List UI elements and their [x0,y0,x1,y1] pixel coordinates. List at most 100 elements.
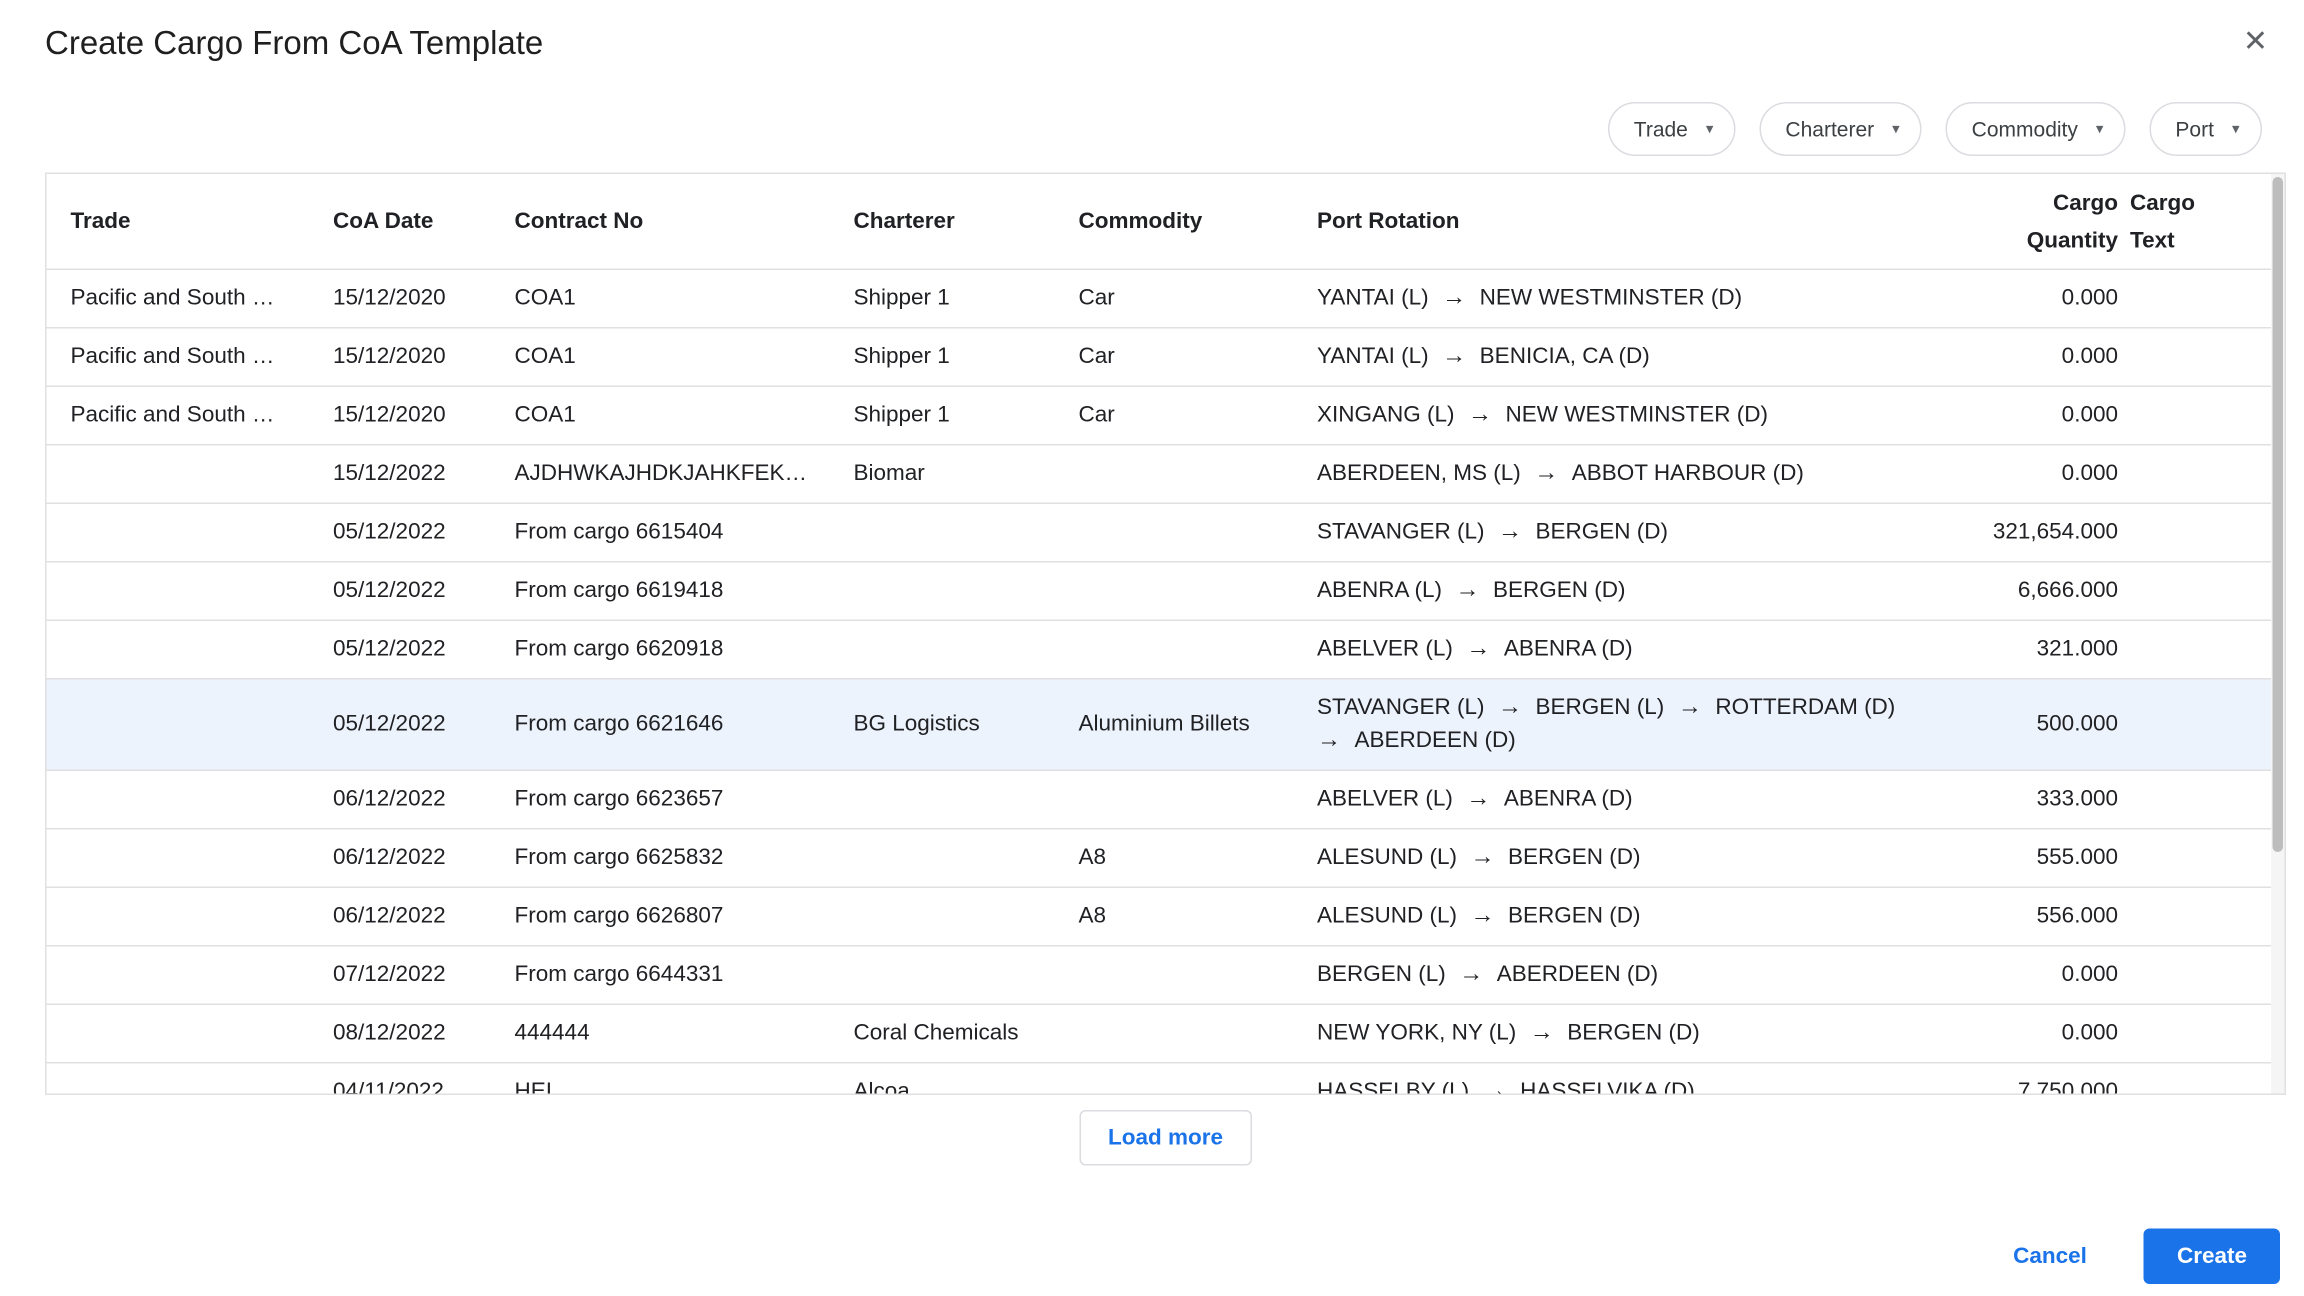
table-row[interactable]: 07/12/2022From cargo 6644331BERGEN (L)→A… [47,947,2285,1006]
port-label: BERGEN (D) [1508,900,1641,933]
arrow-forward-icon: → [1317,725,1341,758]
port-label: STAVANGER (L) [1317,692,1485,725]
cell-cargo-quantity: 6,666.000 [1920,575,2130,608]
table-row[interactable]: 05/12/2022From cargo 6615404STAVANGER (L… [47,504,2285,563]
cell-coa-date: 06/12/2022 [333,900,515,933]
cell-coa-date: 05/12/2022 [333,516,515,549]
table-row[interactable]: 08/12/2022444444Coral ChemicalsNEW YORK,… [47,1005,2285,1064]
table-scrollbar[interactable] [2271,174,2285,1094]
cell-coa-date: 15/12/2022 [333,458,515,491]
cell-coa-date: 05/12/2022 [333,708,515,741]
cell-coa-date: 04/11/2022 [333,1076,515,1096]
close-icon[interactable]: ✕ [2243,24,2268,60]
port-label: XINGANG (L) [1317,399,1455,432]
cell-port-rotation: BERGEN (L) → ABERDEEN (D) [1317,947,1920,1004]
filter-commodity-label: Commodity [1972,117,2078,141]
arrow-forward-icon: → [1471,900,1495,933]
table-body: Pacific and South …15/12/2020COA1Shipper… [47,270,2285,1095]
table-row[interactable]: 05/12/2022From cargo 6620918ABELVER (L)→… [47,621,2285,680]
table-row[interactable]: 06/12/2022From cargo 6625832A8ALESUND (L… [47,830,2285,889]
filter-port-label: Port [2175,117,2214,141]
arrow-forward-icon: → [1530,1017,1554,1050]
port-label: BERGEN (L) [1317,959,1446,992]
cell-port-rotation: NEW YORK, NY (L)→BERGEN (D) [1317,1005,1920,1062]
port-label: ABENRA (L) [1317,575,1442,608]
table-row[interactable]: 05/12/2022From cargo 6619418ABENRA (L)→B… [47,563,2285,622]
cell-charterer: Shipper 1 [854,341,1079,374]
arrow-forward-icon: → [1456,575,1480,608]
cell-commodity: Car [1079,282,1318,315]
filter-trade-label: Trade [1634,117,1688,141]
header-contract-no: Contract No [515,203,854,241]
cell-cargo-quantity: 555.000 [1920,842,2130,875]
table-row[interactable]: 15/12/2022AJDHWKAJHDKJAHKFEK…BiomarABERD… [47,446,2285,505]
load-more-button[interactable]: Load more [1079,1110,1251,1166]
cell-commodity: A8 [1079,900,1318,933]
table-row[interactable]: 05/12/2022From cargo 6621646BG Logistics… [47,680,2285,772]
cell-charterer: Shipper 1 [854,399,1079,432]
cell-port-rotation: ALESUND (L)→BERGEN (D) [1317,888,1920,945]
header-cargo-text: Cargo Text [2130,184,2258,259]
port-label: BERGEN (D) [1536,516,1669,549]
cell-contract-no: COA1 [515,282,854,315]
cell-contract-no: From cargo 6623657 [515,783,854,816]
header-commodity: Commodity [1079,203,1318,241]
cell-commodity: Aluminium Billets [1079,708,1318,741]
header-port-rotation: Port Rotation [1317,203,1920,241]
filter-bar: Trade ▾ Charterer ▾ Commodity ▾ Port ▾ [1608,102,2262,156]
cell-contract-no: AJDHWKAJHDKJAHKFEK… [515,458,854,491]
filter-commodity-dropdown[interactable]: Commodity ▾ [1946,102,2126,156]
table-row[interactable]: 06/12/2022From cargo 6623657ABELVER (L)→… [47,771,2285,830]
create-button[interactable]: Create [2144,1229,2280,1285]
arrow-forward-icon: → [1483,1076,1507,1096]
header-cargo-quantity: Cargo Quantity [1920,184,2130,259]
cell-cargo-quantity: 0.000 [1920,282,2130,315]
cell-cargo-quantity: 321,654.000 [1920,516,2130,549]
filter-port-dropdown[interactable]: Port ▾ [2150,102,2262,156]
cell-port-rotation: ABELVER (L)→ABENRA (D) [1317,621,1920,678]
cell-coa-date: 05/12/2022 [333,633,515,666]
filter-trade-dropdown[interactable]: Trade ▾ [1608,102,1736,156]
port-label: ABERDEEN (D) [1497,959,1658,992]
cell-charterer: Coral Chemicals [854,1017,1079,1050]
port-label: NEW YORK, NY (L) [1317,1017,1516,1050]
cell-cargo-quantity: 0.000 [1920,399,2130,432]
cell-coa-date: 15/12/2020 [333,399,515,432]
cell-coa-date: 08/12/2022 [333,1017,515,1050]
scrollbar-thumb[interactable] [2273,177,2284,852]
cell-trade: Pacific and South … [71,341,334,374]
header-charterer: Charterer [854,203,1079,241]
cell-contract-no: From cargo 6621646 [515,708,854,741]
arrow-forward-icon: → [1498,516,1522,549]
table-row[interactable]: Pacific and South …15/12/2020COA1Shipper… [47,387,2285,446]
cell-cargo-quantity: 0.000 [1920,959,2130,992]
modal-footer: Cancel Create [2004,1229,2280,1285]
table-row[interactable]: Pacific and South …15/12/2020COA1Shipper… [47,329,2285,388]
cell-port-rotation: XINGANG (L)→NEW WESTMINSTER (D) [1317,387,1920,444]
cell-port-rotation: HASSELBY (L)→HASSELVIKA (D) [1317,1064,1920,1096]
cell-coa-date: 15/12/2020 [333,341,515,374]
table-header: Trade CoA Date Contract No Charterer Com… [47,174,2285,270]
table-row[interactable]: Pacific and South …15/12/2020COA1Shipper… [47,270,2285,329]
cell-cargo-quantity: 333.000 [1920,783,2130,816]
cell-commodity: A8 [1079,842,1318,875]
cancel-button[interactable]: Cancel [2004,1232,2096,1282]
port-label: ABELVER (L) [1317,783,1453,816]
port-label: STAVANGER (L) [1317,516,1485,549]
table-row[interactable]: 06/12/2022From cargo 6626807A8ALESUND (L… [47,888,2285,947]
cell-charterer: BG Logistics [854,708,1079,741]
chevron-down-icon: ▾ [2232,121,2240,138]
create-cargo-modal: Create Cargo From CoA Template ✕ Trade ▾… [0,0,2304,1296]
filter-charterer-dropdown[interactable]: Charterer ▾ [1760,102,1922,156]
header-trade: Trade [71,203,334,241]
port-label: ABENRA (D) [1504,783,1633,816]
arrow-forward-icon: → [1442,282,1466,315]
arrow-forward-icon: → [1459,959,1483,992]
port-label: ALESUND (L) [1317,842,1457,875]
cell-cargo-quantity: 7,750.000 [1920,1076,2130,1096]
port-label: ABELVER (L) [1317,633,1453,666]
table-row[interactable]: 04/11/2022HEIAlcoaHASSELBY (L)→HASSELVIK… [47,1064,2285,1096]
cell-charterer: Shipper 1 [854,282,1079,315]
cell-cargo-quantity: 0.000 [1920,341,2130,374]
port-label: BERGEN (L) [1536,692,1665,725]
